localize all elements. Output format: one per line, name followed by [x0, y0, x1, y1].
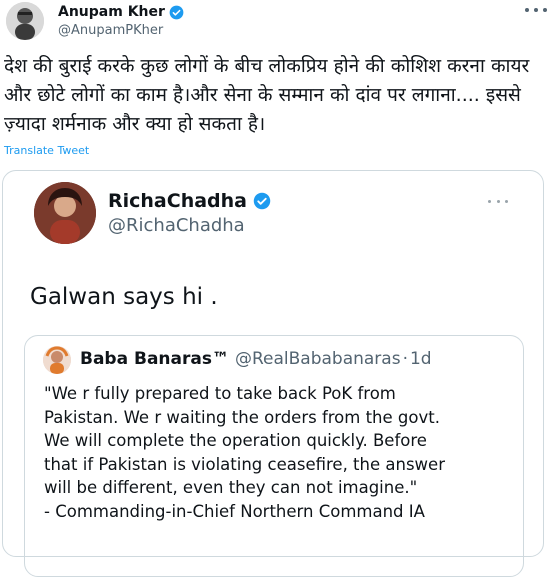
verified-badge-icon [169, 5, 184, 20]
inner-author-avatar[interactable] [43, 346, 71, 374]
quoted-tweet-text: Galwan says hi . [30, 284, 218, 310]
inner-tweet-text: "We r fully prepared to take back PoK fr… [44, 382, 514, 523]
inner-tweet-line: We will complete the operation quickly. … [44, 431, 427, 450]
verified-badge-icon [253, 192, 271, 210]
quoted-author-handle[interactable]: @RichaChadha [108, 214, 245, 238]
inner-timestamp[interactable]: 1d [410, 348, 432, 370]
quoted-author-name-row[interactable]: RichaChadha [108, 189, 271, 213]
inner-author-name[interactable]: Baba Banaras™ [80, 348, 229, 370]
author-name-row[interactable]: Anupam Kher [58, 3, 184, 21]
inner-tweet-line: - Commanding-in-Chief Northern Command I… [44, 501, 425, 521]
inner-tweet-line: Pakistan. We r waiting the orders from t… [44, 407, 440, 427]
translate-tweet-link[interactable]: Translate Tweet [4, 144, 89, 157]
more-options-icon[interactable] [488, 198, 508, 204]
inner-author-handle[interactable]: @RealBababanaras [235, 348, 401, 370]
inner-tweet-line: will be different, even they can not ima… [44, 478, 418, 497]
inner-tweet-line: "We r fully prepared to take back PoK fr… [44, 384, 396, 403]
quoted-author-name[interactable]: RichaChadha [108, 189, 247, 213]
inner-tweet-line: that if Pakistan is violating ceasefire,… [44, 454, 445, 474]
inner-author-row[interactable]: Baba Banaras™ @RealBababanaras · 1d [80, 348, 432, 370]
author-avatar[interactable] [6, 2, 44, 40]
author-name[interactable]: Anupam Kher [58, 3, 165, 21]
quoted-author-avatar[interactable] [34, 182, 96, 244]
more-options-icon[interactable] [525, 7, 547, 13]
tweet-text: देश की बुराई करके कुछ लोगों के बीच लोकप्… [4, 55, 530, 135]
inner-separator: · [402, 349, 408, 369]
author-handle[interactable]: @AnupamPKher [58, 22, 163, 40]
